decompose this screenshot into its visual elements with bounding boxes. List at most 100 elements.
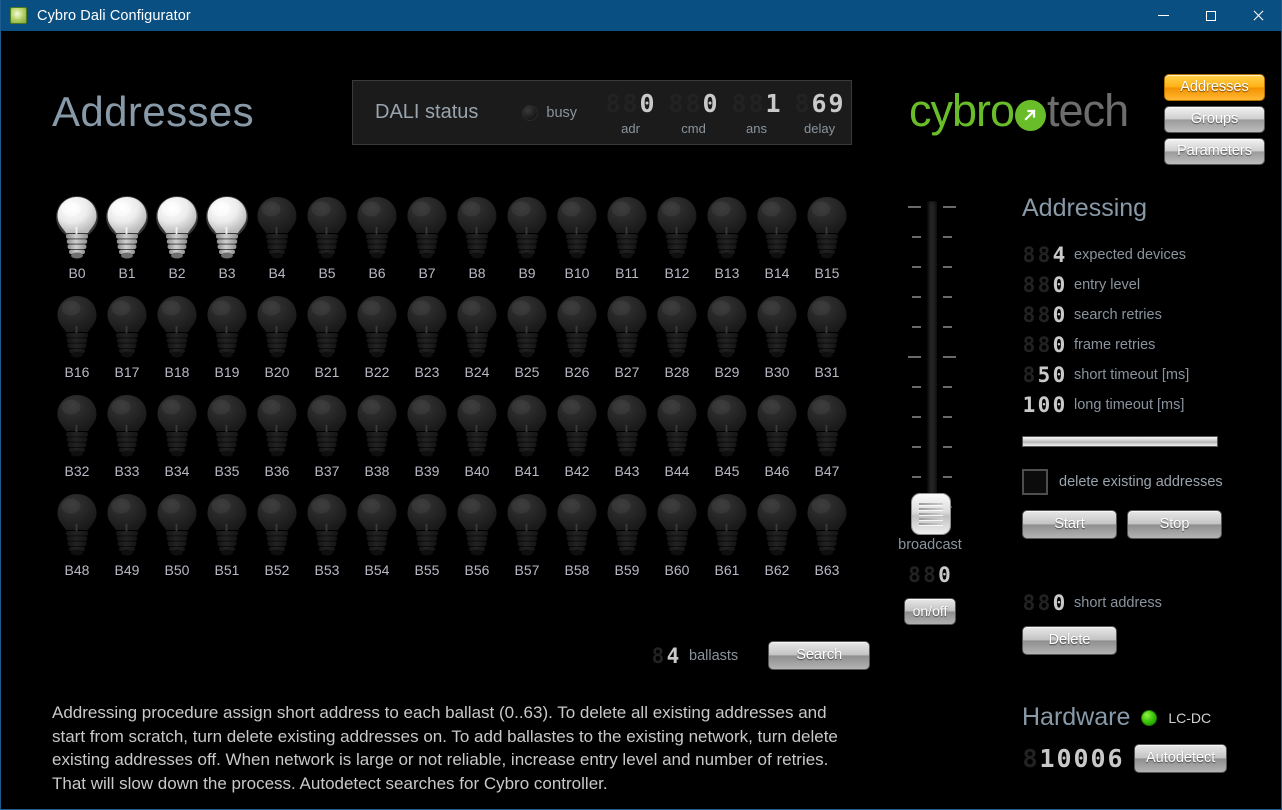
ballast-b6[interactable]: B6: [352, 194, 402, 281]
bulb-icon: [707, 395, 747, 457]
short-address-row: 880 short address: [1022, 591, 1272, 615]
broadcast-slider[interactable]: [899, 201, 961, 535]
ballast-b22[interactable]: B22: [352, 293, 402, 380]
ballast-b2[interactable]: B2: [152, 194, 202, 281]
ballast-b20[interactable]: B20: [252, 293, 302, 380]
stop-button[interactable]: Stop: [1127, 510, 1222, 539]
nav-button-addresses[interactable]: Addresses: [1164, 74, 1265, 101]
ballast-b52[interactable]: B52: [252, 491, 302, 578]
ballast-b54[interactable]: B54: [352, 491, 402, 578]
ballast-b5[interactable]: B5: [302, 194, 352, 281]
ballast-b34[interactable]: B34: [152, 392, 202, 479]
ballast-b33[interactable]: B33: [102, 392, 152, 479]
start-button[interactable]: Start: [1022, 510, 1117, 539]
param-search-retries[interactable]: 8 8 0 search retries: [1022, 300, 1272, 330]
ballast-b62[interactable]: B62: [752, 491, 802, 578]
delete-button[interactable]: Delete: [1022, 626, 1117, 655]
ballast-b9[interactable]: B9: [502, 194, 552, 281]
ballast-b28[interactable]: B28: [652, 293, 702, 380]
ballast-b44[interactable]: B44: [652, 392, 702, 479]
nav-button-groups[interactable]: Groups: [1164, 106, 1265, 133]
ballast-b31[interactable]: B31: [802, 293, 852, 380]
onoff-button[interactable]: on/off: [903, 598, 957, 625]
ballast-b51[interactable]: B51: [202, 491, 252, 578]
ballast-label: B36: [264, 463, 290, 479]
ballast-b12[interactable]: B12: [652, 194, 702, 281]
dali-field-caption: delay: [803, 121, 836, 136]
ballast-b50[interactable]: B50: [152, 491, 202, 578]
ballast-b40[interactable]: B40: [452, 392, 502, 479]
ballast-b10[interactable]: B10: [552, 194, 602, 281]
ballast-b21[interactable]: B21: [302, 293, 352, 380]
ballast-b23[interactable]: B23: [402, 293, 452, 380]
autodetect-button[interactable]: Autodetect: [1134, 744, 1228, 773]
param-short-timeout-ms[interactable]: 8 5 0 short timeout [ms]: [1022, 360, 1272, 390]
ballast-b17[interactable]: B17: [102, 293, 152, 380]
param-frame-retries[interactable]: 8 8 0 frame retries: [1022, 330, 1272, 360]
ballast-b7[interactable]: B7: [402, 194, 452, 281]
slider-thumb[interactable]: [911, 493, 951, 535]
slider-thumb-grip-icon: [919, 502, 943, 526]
ballast-b45[interactable]: B45: [702, 392, 752, 479]
param-long-timeout-ms[interactable]: 1 0 0 long timeout [ms]: [1022, 390, 1272, 420]
ballast-b36[interactable]: B36: [252, 392, 302, 479]
ballast-b38[interactable]: B38: [352, 392, 402, 479]
nav-button-parameters[interactable]: Parameters: [1164, 138, 1265, 165]
minimize-button[interactable]: [1140, 0, 1187, 31]
delete-existing-checkbox[interactable]: [1022, 469, 1048, 495]
broadcast-label: broadcast: [898, 537, 962, 553]
ballast-b56[interactable]: B56: [452, 491, 502, 578]
ballast-b8[interactable]: B8: [452, 194, 502, 281]
ballast-b4[interactable]: B4: [252, 194, 302, 281]
param-label: search retries: [1074, 307, 1162, 323]
ballast-b26[interactable]: B26: [552, 293, 602, 380]
ballast-b27[interactable]: B27: [602, 293, 652, 380]
ballast-b16[interactable]: B16: [52, 293, 102, 380]
ballast-b0[interactable]: B0: [52, 194, 102, 281]
ballast-b60[interactable]: B60: [652, 491, 702, 578]
ballast-b55[interactable]: B55: [402, 491, 452, 578]
dali-value-display: 881: [731, 89, 782, 118]
ballast-b39[interactable]: B39: [402, 392, 452, 479]
ballast-b43[interactable]: B43: [602, 392, 652, 479]
ballast-b48[interactable]: B48: [52, 491, 102, 578]
ballast-b41[interactable]: B41: [502, 392, 552, 479]
ballast-b32[interactable]: B32: [52, 392, 102, 479]
ballast-b13[interactable]: B13: [702, 194, 752, 281]
hardware-serial-row: 810006 Autodetect: [1022, 744, 1272, 773]
ballast-b58[interactable]: B58: [552, 491, 602, 578]
ballast-b46[interactable]: B46: [752, 392, 802, 479]
ballast-b1[interactable]: B1: [102, 194, 152, 281]
ballast-label: B30: [764, 364, 790, 380]
ballast-b47[interactable]: B47: [802, 392, 852, 479]
ballast-b53[interactable]: B53: [302, 491, 352, 578]
ballast-b63[interactable]: B63: [802, 491, 852, 578]
ballast-b59[interactable]: B59: [602, 491, 652, 578]
param-expected-devices[interactable]: 8 8 4 expected devices: [1022, 240, 1272, 270]
ballast-b15[interactable]: B15: [802, 194, 852, 281]
ballast-b14[interactable]: B14: [752, 194, 802, 281]
search-button[interactable]: Search: [768, 641, 871, 670]
bulb-icon: [507, 197, 547, 259]
ballast-b19[interactable]: B19: [202, 293, 252, 380]
logo-arrow-icon: [1015, 99, 1047, 131]
ballast-b57[interactable]: B57: [502, 491, 552, 578]
ballast-b61[interactable]: B61: [702, 491, 752, 578]
ballast-row: B32 B33 B34 B35 B36 B37 B38 B39 B40 B41 …: [52, 392, 852, 479]
segment-digit-off: 8: [1022, 243, 1037, 267]
ballast-b29[interactable]: B29: [702, 293, 752, 380]
ballast-b3[interactable]: B3: [202, 194, 252, 281]
ballast-b37[interactable]: B37: [302, 392, 352, 479]
ballast-b25[interactable]: B25: [502, 293, 552, 380]
close-button[interactable]: [1234, 0, 1281, 31]
param-entry-level[interactable]: 8 8 0 entry level: [1022, 270, 1272, 300]
ballast-b35[interactable]: B35: [202, 392, 252, 479]
ballast-b49[interactable]: B49: [102, 491, 152, 578]
ballast-b18[interactable]: B18: [152, 293, 202, 380]
ballast-b42[interactable]: B42: [552, 392, 602, 479]
app-icon: [10, 7, 27, 24]
maximize-button[interactable]: [1187, 0, 1234, 31]
ballast-b11[interactable]: B11: [602, 194, 652, 281]
ballast-b24[interactable]: B24: [452, 293, 502, 380]
ballast-b30[interactable]: B30: [752, 293, 802, 380]
